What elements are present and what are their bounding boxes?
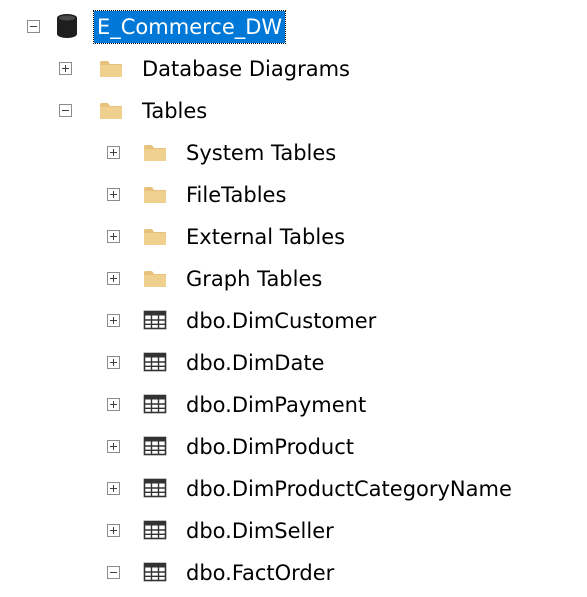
tree-node-label[interactable]: System Tables [183, 137, 339, 169]
tree-node-label[interactable]: FileTables [183, 179, 289, 211]
collapse-toggle[interactable] [27, 20, 40, 33]
tree-node-label[interactable]: dbo.DimPayment [183, 389, 369, 421]
expand-toggle[interactable] [107, 482, 120, 495]
expand-toggle[interactable] [107, 272, 120, 285]
expand-toggle[interactable] [59, 62, 72, 75]
expand-toggle[interactable] [107, 314, 120, 327]
expand-toggle[interactable] [107, 230, 120, 243]
table-icon [143, 478, 167, 498]
tree-node-label[interactable]: dbo.DimSeller [183, 515, 337, 547]
tree-node-database[interactable]: E_Commerce_DW [0, 9, 587, 51]
expand-toggle[interactable] [107, 440, 120, 453]
object-explorer-tree: E_Commerce_DW Database Diagrams Tables S… [0, 0, 587, 592]
tree-node-table[interactable]: dbo.DimProductCategoryName [0, 471, 587, 513]
tree-node-label[interactable]: dbo.DimProductCategoryName [183, 473, 515, 505]
tree-node-label[interactable]: Graph Tables [183, 263, 325, 295]
tree-node-folder[interactable]: Database Diagrams [0, 51, 587, 93]
tree-node-folder[interactable]: Tables [0, 93, 587, 135]
expand-toggle[interactable] [107, 524, 120, 537]
tree-node-label[interactable]: External Tables [183, 221, 348, 253]
tree-node-table[interactable]: dbo.DimSeller [0, 513, 587, 555]
tree-node-table[interactable]: dbo.DimPayment [0, 387, 587, 429]
table-icon [143, 436, 167, 456]
tree-node-label[interactable]: dbo.DimDate [183, 347, 327, 379]
folder-icon [100, 103, 122, 119]
folder-icon [100, 61, 122, 77]
folder-icon [144, 187, 166, 203]
tree-node-table[interactable]: dbo.DimProduct [0, 429, 587, 471]
table-icon [143, 352, 167, 372]
table-icon [143, 520, 167, 540]
tree-node-label[interactable]: Tables [139, 95, 210, 127]
tree-node-folder[interactable]: External Tables [0, 219, 587, 261]
expand-toggle[interactable] [107, 188, 120, 201]
tree-node-folder[interactable]: Graph Tables [0, 261, 587, 303]
tree-node-label[interactable]: E_Commerce_DW [92, 10, 287, 44]
tree-node-folder[interactable]: System Tables [0, 135, 587, 177]
tree-node-table[interactable]: dbo.DimDate [0, 345, 587, 387]
tree-node-label[interactable]: dbo.FactOrder [183, 557, 337, 589]
folder-icon [144, 271, 166, 287]
table-icon [143, 310, 167, 330]
tree-node-table[interactable]: dbo.DimCustomer [0, 303, 587, 345]
table-icon [143, 394, 167, 414]
tree-node-label[interactable]: dbo.DimProduct [183, 431, 357, 463]
collapse-toggle[interactable] [107, 566, 120, 579]
tree-node-folder[interactable]: FileTables [0, 177, 587, 219]
folder-icon [144, 229, 166, 245]
tree-node-label[interactable]: dbo.DimCustomer [183, 305, 379, 337]
expand-toggle[interactable] [107, 356, 120, 369]
expand-toggle[interactable] [107, 398, 120, 411]
table-icon [143, 562, 167, 582]
tree-node-table[interactable]: dbo.FactOrder [0, 555, 587, 597]
tree-node-label[interactable]: Database Diagrams [139, 53, 353, 85]
expand-toggle[interactable] [107, 146, 120, 159]
collapse-toggle[interactable] [59, 104, 72, 117]
folder-icon [144, 145, 166, 161]
database-icon [57, 14, 77, 38]
